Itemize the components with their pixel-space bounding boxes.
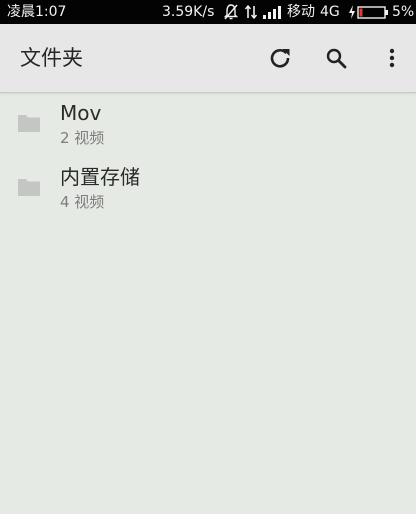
more-vert-icon xyxy=(389,48,395,68)
folder-item-internal-storage[interactable]: 内置存储 4 视频 xyxy=(0,157,416,221)
folder-item-mov[interactable]: Mov 2 视频 xyxy=(0,93,416,157)
data-transfer-icon xyxy=(244,3,258,21)
folder-name: Mov xyxy=(60,101,102,125)
search-icon xyxy=(326,48,347,69)
app-toolbar: 文件夹 xyxy=(0,24,416,93)
charging-icon xyxy=(348,3,356,21)
bell-off-icon xyxy=(223,3,239,21)
status-battery-percent: 5% xyxy=(392,4,415,20)
folder-icon xyxy=(18,179,40,196)
folder-name: 内置存储 xyxy=(60,165,140,189)
folder-video-count: 2 视频 xyxy=(60,129,105,147)
refresh-icon xyxy=(270,48,290,68)
status-network-speed: 3.59K/s xyxy=(162,4,215,20)
status-network-type: 4G xyxy=(320,4,340,20)
status-bar: 凌晨1:07 3.59K/s 移动 4G 5% xyxy=(0,0,416,24)
battery-icon xyxy=(357,3,389,21)
page-title: 文件夹 xyxy=(20,46,83,70)
signal-icon xyxy=(262,3,282,21)
folder-list: Mov 2 视频 内置存储 4 视频 xyxy=(0,93,416,221)
status-carrier: 移动 xyxy=(287,4,315,20)
search-button[interactable] xyxy=(320,42,352,74)
folder-icon xyxy=(18,115,40,132)
more-options-button[interactable] xyxy=(376,42,408,74)
status-time: 凌晨1:07 xyxy=(7,4,67,20)
refresh-button[interactable] xyxy=(264,42,296,74)
folder-video-count: 4 视频 xyxy=(60,193,105,211)
